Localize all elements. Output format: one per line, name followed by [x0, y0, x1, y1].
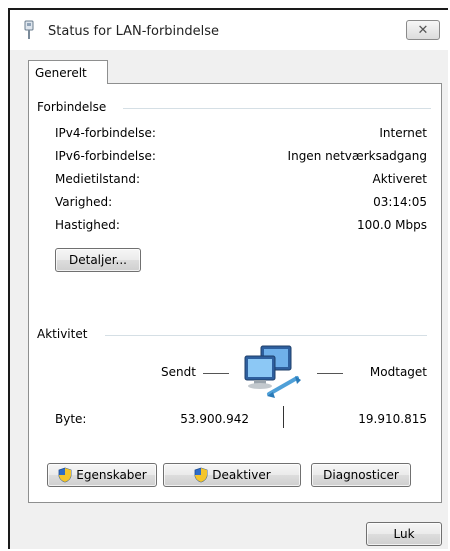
- bytes-received-value: 19.910.815: [358, 412, 427, 426]
- properties-button[interactable]: Egenskaber: [47, 463, 157, 487]
- close-icon: ✕: [417, 22, 429, 38]
- duration-value: 03:14:05: [373, 195, 427, 209]
- general-panel: Forbindelse IPv4-forbindelse: Internet I…: [28, 83, 442, 503]
- diagnose-button[interactable]: Diagnosticer: [311, 463, 411, 487]
- sent-line: [203, 373, 229, 374]
- activity-divider: [105, 335, 427, 336]
- ipv4-value: Internet: [379, 126, 427, 140]
- ipv6-label: IPv6-forbindelse:: [55, 149, 156, 163]
- ipv4-label: IPv4-forbindelse:: [55, 126, 156, 140]
- network-adapter-icon: [24, 20, 34, 39]
- dialog-client: Generelt Forbindelse IPv4-forbindelse: I…: [10, 50, 448, 549]
- speed-value: 100.0 Mbps: [356, 218, 427, 232]
- received-label: Modtaget: [369, 365, 427, 379]
- uac-shield-icon: [58, 467, 72, 483]
- bytes-separator: [283, 406, 284, 428]
- connection-divider: [123, 108, 431, 109]
- window-title: Status for LAN-forbindelse: [48, 24, 220, 39]
- media-state-value: Aktiveret: [372, 172, 427, 186]
- disable-button[interactable]: Deaktiver: [163, 463, 301, 487]
- network-computers-icon: [244, 345, 301, 398]
- disable-button-label: Deaktiver: [212, 468, 271, 482]
- status-window: Status for LAN-forbindelse ✕ Generelt Fo…: [8, 8, 448, 549]
- activity-section-title: Aktivitet: [37, 327, 94, 341]
- close-button[interactable]: Luk: [366, 522, 442, 546]
- connection-section-title: Forbindelse: [37, 100, 113, 114]
- speed-label: Hastighed:: [55, 218, 120, 232]
- ipv6-value: Ingen netværksadgang: [287, 149, 427, 163]
- tab-general[interactable]: Generelt: [28, 60, 108, 84]
- media-state-label: Medietilstand:: [55, 172, 141, 186]
- properties-button-label: Egenskaber: [76, 468, 147, 482]
- duration-label: Varighed:: [55, 195, 113, 209]
- bytes-label: Byte:: [55, 412, 87, 426]
- details-button[interactable]: Detaljer...: [55, 248, 141, 272]
- uac-shield-icon: [194, 467, 208, 483]
- bytes-sent-value: 53.900.942: [180, 412, 249, 426]
- close-window-button[interactable]: ✕: [406, 20, 440, 40]
- title-bar: Status for LAN-forbindelse ✕: [10, 10, 448, 50]
- sent-label: Sendt: [161, 365, 196, 379]
